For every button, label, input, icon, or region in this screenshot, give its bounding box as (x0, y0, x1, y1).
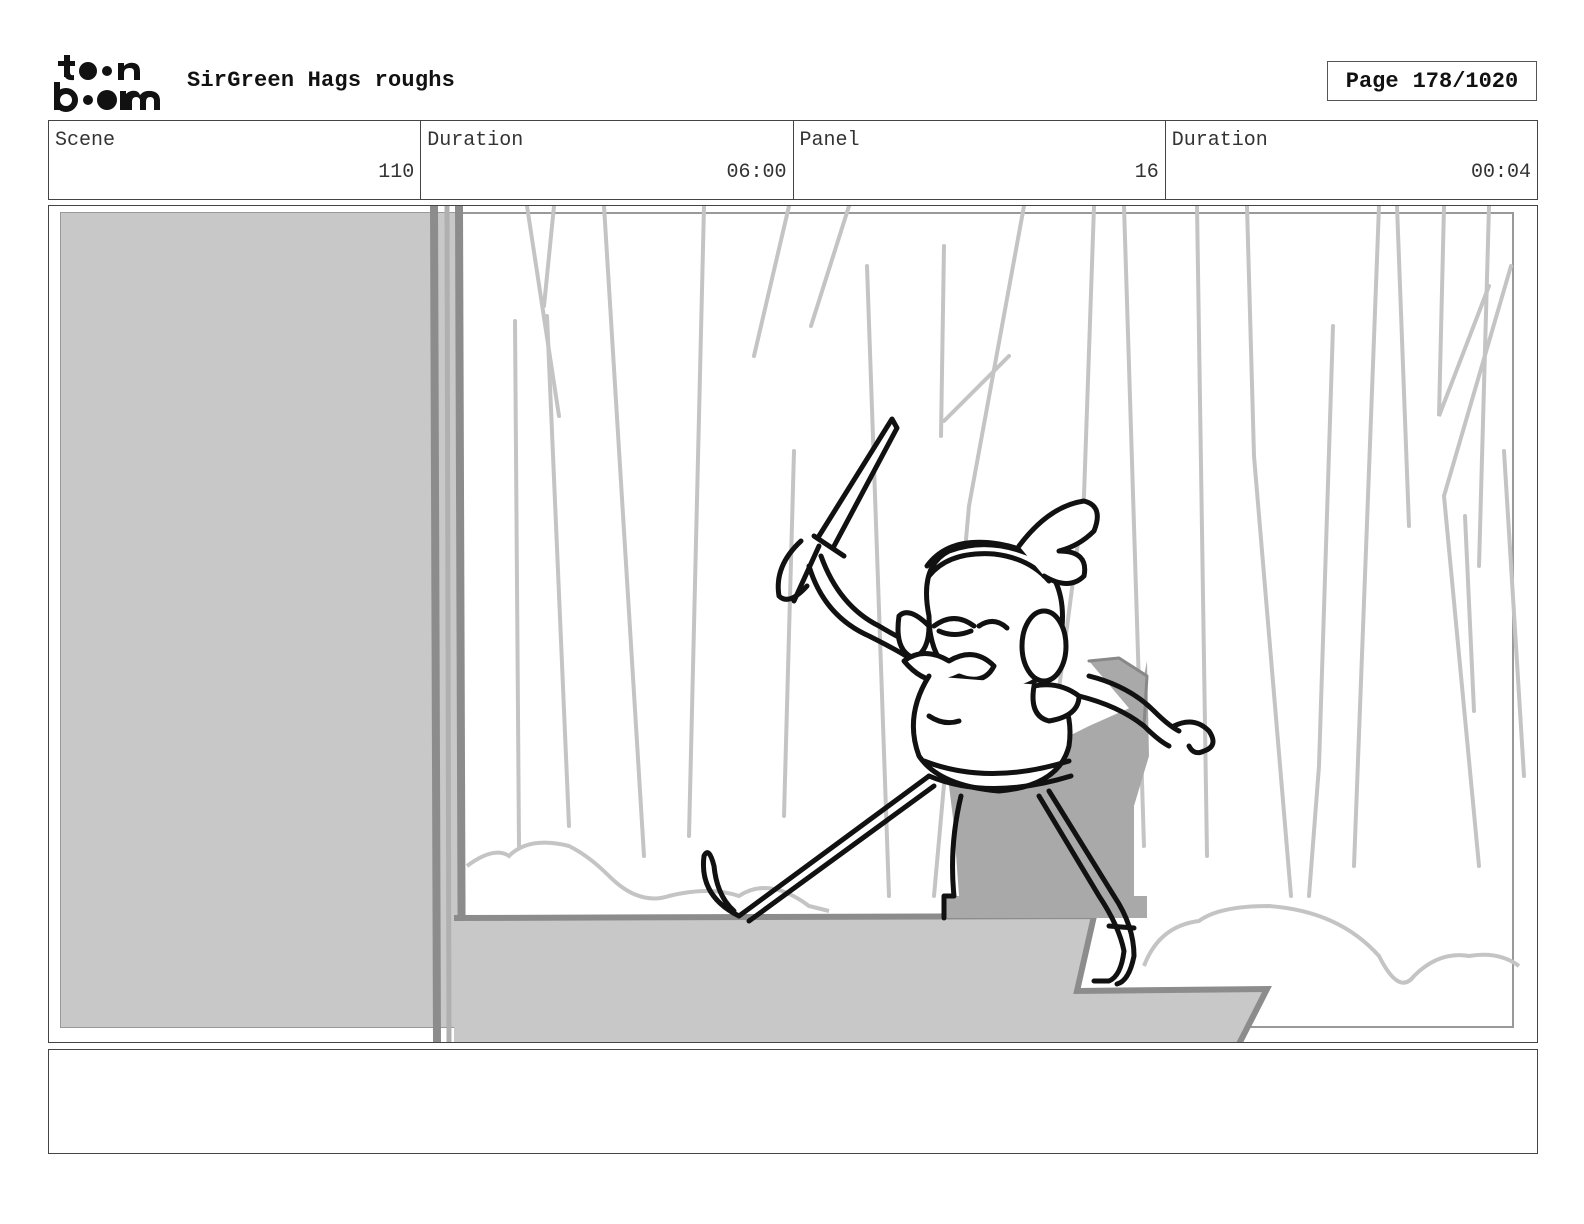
panel-notes (48, 1049, 1538, 1154)
panel-sketch (60, 206, 1526, 1042)
page-label: Page (1345, 68, 1399, 94)
wall (61, 213, 459, 1027)
scene-duration-label: Duration (427, 129, 524, 152)
character-sketch (700, 416, 1216, 987)
scene-cell: Scene 110 (49, 121, 422, 199)
panel-cell: Panel 16 (794, 121, 1166, 199)
panel-label: Panel (799, 129, 860, 152)
panel-duration-cell: Duration 00:04 (1166, 121, 1537, 199)
project-title: SirGreen Hags roughs (187, 68, 456, 93)
scene-duration-cell: Duration 06:00 (421, 121, 794, 199)
panel-value: 16 (1134, 161, 1159, 184)
panel-duration-label: Duration (1171, 129, 1268, 152)
page-number: 178/1020 (1412, 68, 1519, 94)
toonboom-logo (52, 52, 164, 112)
scene-duration-value: 06:00 (726, 161, 787, 184)
info-row: Scene 110 Duration 06:00 Panel 16 Durati… (48, 120, 1538, 200)
storyboard-panel (48, 205, 1538, 1043)
ledge (454, 916, 1267, 1042)
panel-duration-value: 00:04 (1470, 161, 1531, 184)
page-indicator: Page 178/1020 (1327, 61, 1537, 101)
scene-value: 110 (378, 161, 415, 184)
scene-label: Scene (55, 129, 116, 152)
